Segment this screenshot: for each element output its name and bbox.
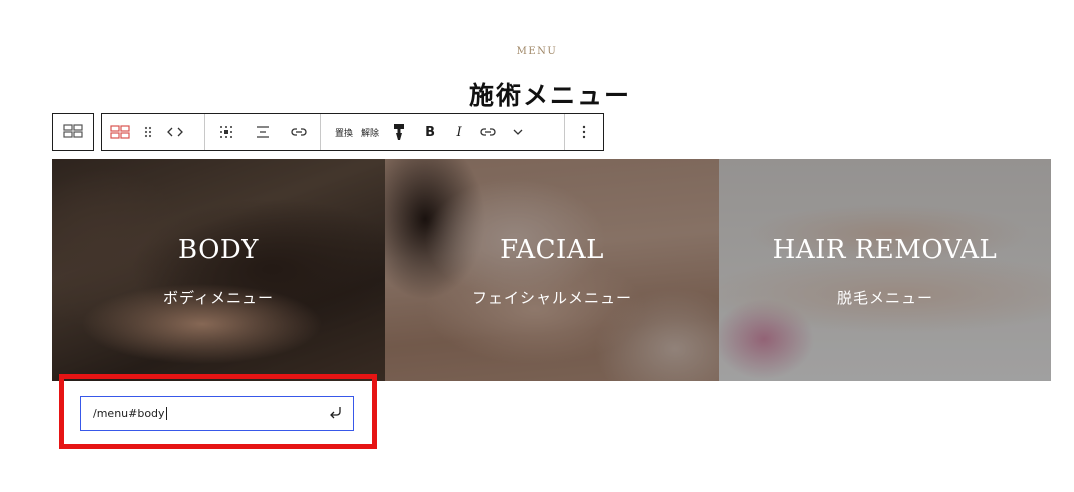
cover-card-facial[interactable]: FACIAL フェイシャルメニュー xyxy=(385,159,719,381)
cover-card-hair-removal[interactable]: HAIR REMOVAL 脱毛メニュー xyxy=(719,159,1051,381)
submit-link-button[interactable] xyxy=(319,397,353,430)
cover-card-body[interactable]: BODY ボディメニュー xyxy=(52,159,385,381)
toolbar-section-options xyxy=(565,114,603,150)
cover-overlay xyxy=(385,159,719,381)
text-color-button[interactable] xyxy=(383,114,415,150)
card-subheading[interactable]: ボディメニュー xyxy=(52,287,385,308)
position-grid-icon xyxy=(218,124,234,140)
link-url-value: /menu#body xyxy=(93,407,165,420)
link-icon xyxy=(290,126,308,138)
unlink-button[interactable]: 解除 xyxy=(357,114,383,150)
more-vertical-icon xyxy=(582,125,586,139)
cover-overlay xyxy=(52,159,385,381)
inline-link-button[interactable] xyxy=(473,114,503,150)
more-rich-text-button[interactable] xyxy=(503,114,533,150)
replace-button[interactable]: 置換 xyxy=(331,114,357,150)
align-center-icon xyxy=(255,124,271,140)
italic-button[interactable]: I xyxy=(445,114,473,150)
toolbar-section-block xyxy=(102,114,205,150)
cover-cards-row: BODY ボディメニュー FACIAL フェイシャルメニュー HAIR REMO… xyxy=(52,159,1051,381)
block-toolbar: 置換 解除 B I xyxy=(101,113,604,151)
toolbar-section-format: 置換 解除 B I xyxy=(321,114,565,150)
page-title: 施術メニュー xyxy=(468,81,631,110)
select-parent-block-button[interactable] xyxy=(52,113,94,151)
drag-handle[interactable] xyxy=(138,114,158,150)
columns-block-icon xyxy=(63,123,83,142)
link-icon xyxy=(479,126,497,138)
card-heading[interactable]: FACIAL xyxy=(385,235,719,265)
section-eyebrow: MENU xyxy=(516,46,558,57)
paint-brush-icon xyxy=(392,123,406,141)
toolbar-section-layout xyxy=(205,114,321,150)
card-heading[interactable]: HAIR REMOVAL xyxy=(719,235,1051,265)
link-url-input[interactable]: /menu#body xyxy=(81,397,319,430)
block-type-button[interactable] xyxy=(102,114,138,150)
enter-return-icon xyxy=(328,404,344,423)
link-url-popover: /menu#body xyxy=(80,396,354,431)
chevron-left-right-icon xyxy=(165,126,185,138)
card-subheading[interactable]: フェイシャルメニュー xyxy=(385,287,719,308)
cover-block-icon xyxy=(110,125,130,139)
chevron-down-icon xyxy=(512,128,524,136)
align-button[interactable] xyxy=(247,114,279,150)
bold-button[interactable]: B xyxy=(415,114,445,150)
link-button[interactable] xyxy=(279,114,319,150)
drag-handle-icon xyxy=(144,126,152,138)
options-button[interactable] xyxy=(565,114,603,150)
card-heading[interactable]: BODY xyxy=(52,235,385,265)
move-block-button[interactable] xyxy=(158,114,192,150)
cover-overlay xyxy=(719,159,1051,381)
card-subheading[interactable]: 脱毛メニュー xyxy=(719,287,1051,308)
content-position-button[interactable] xyxy=(205,114,247,150)
text-caret xyxy=(165,407,167,420)
